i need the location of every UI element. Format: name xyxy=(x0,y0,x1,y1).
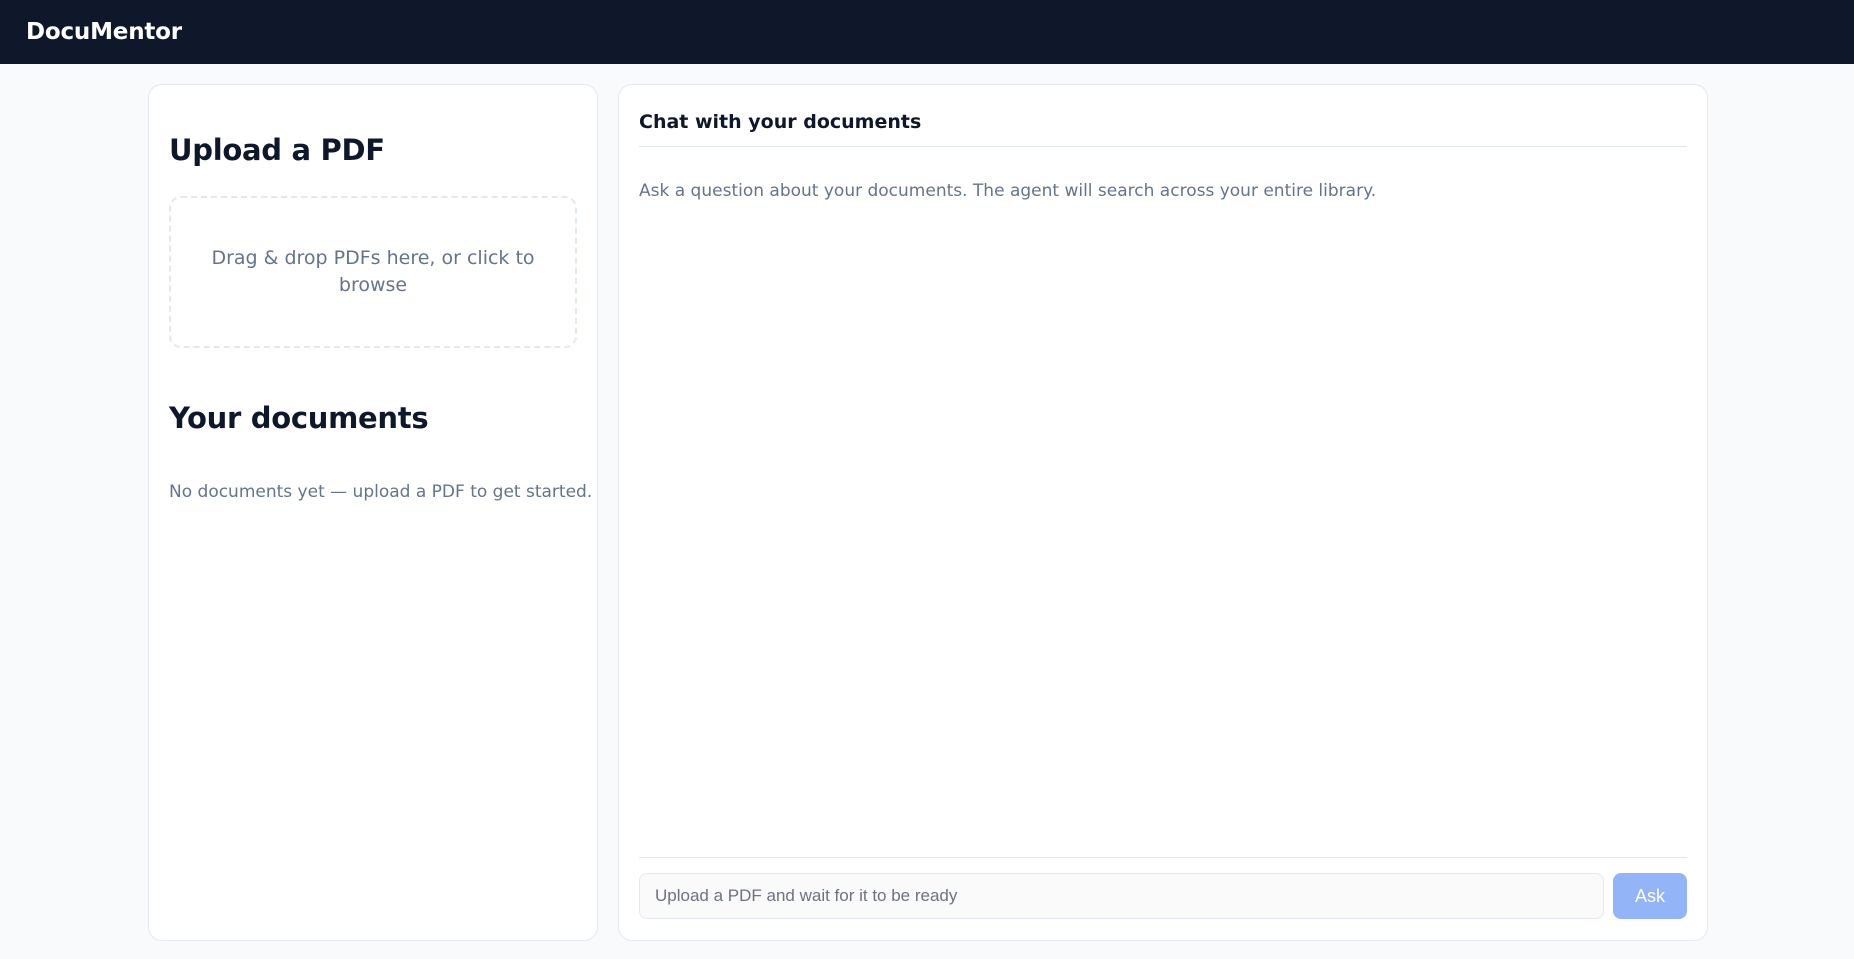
chat-empty-hint: Ask a question about your documents. The… xyxy=(639,181,1377,201)
chat-panel: Chat with your documents Ask a question … xyxy=(618,84,1708,941)
ask-button[interactable]: Ask xyxy=(1613,873,1687,919)
dropzone-text: Drag & drop PDFs here, or click to brows… xyxy=(211,247,535,296)
chat-title: Chat with your documents xyxy=(639,110,922,133)
sidebar-panel: Upload a PDF Drag & drop PDFs here, or c… xyxy=(148,84,598,941)
documents-empty-state: No documents yet — upload a PDF to get s… xyxy=(169,482,593,502)
app-title: DocuMentor xyxy=(26,19,182,45)
top-bar: DocuMentor xyxy=(0,0,1854,64)
pdf-dropzone[interactable]: Drag & drop PDFs here, or click to brows… xyxy=(169,196,577,348)
chat-composer: Ask xyxy=(639,857,1687,941)
chat-header: Chat with your documents xyxy=(639,85,1687,147)
documents-section-title: Your documents xyxy=(169,401,429,435)
question-input[interactable] xyxy=(639,873,1604,919)
upload-section-title: Upload a PDF xyxy=(169,133,385,167)
